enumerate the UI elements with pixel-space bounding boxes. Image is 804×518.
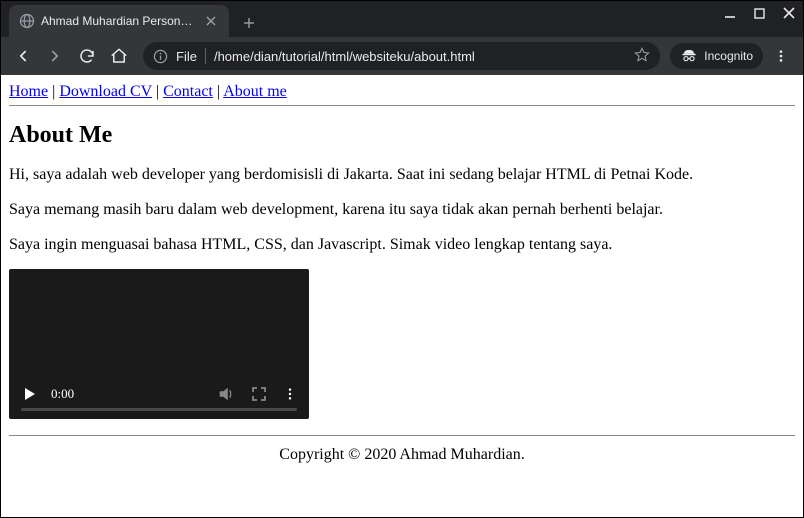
nav-separator: | [152,83,163,100]
incognito-badge[interactable]: Incognito [670,43,763,69]
nav-link-download-cv[interactable]: Download CV [59,83,152,100]
incognito-label: Incognito [704,49,753,63]
window-controls [724,7,795,19]
divider [9,105,795,106]
more-icon[interactable] [283,387,297,401]
maximize-icon[interactable] [754,7,765,19]
play-icon[interactable] [21,386,37,402]
page-content: Home | Download CV | Contact | About me … [1,75,803,517]
video-controls: 0:00 [9,369,309,419]
fullscreen-icon[interactable] [251,386,267,402]
footer-text: Copyright © 2020 Ahmad Muhardian. [9,446,795,464]
paragraph: Hi, saya adalah web developer yang berdo… [9,165,795,186]
address-bar[interactable]: File /home/dian/tutorial/html/websiteku/… [143,42,660,70]
bookmark-star-icon[interactable] [634,47,650,66]
browser-window: Ahmad Muhardian Personal W [0,0,804,518]
video-player[interactable]: 0:00 [9,269,309,419]
new-tab-button[interactable] [235,9,263,37]
video-time: 0:00 [51,386,203,402]
back-button[interactable] [9,42,37,70]
nav-link-contact[interactable]: Contact [163,83,213,100]
close-window-icon[interactable] [783,7,795,19]
nav-separator: | [213,83,223,100]
divider [205,48,206,64]
close-icon[interactable] [203,13,219,29]
browser-toolbar: File /home/dian/tutorial/html/websiteku/… [1,37,803,75]
forward-button[interactable] [41,42,69,70]
page-heading: About Me [9,122,795,149]
url-scheme-label: File [176,49,197,64]
minimize-icon[interactable] [724,7,736,19]
incognito-icon [680,47,698,65]
video-right-controls [217,385,297,403]
page-nav: Home | Download CV | Contact | About me [9,83,795,101]
divider [9,435,795,436]
info-icon[interactable] [153,49,168,64]
globe-icon [19,13,35,29]
volume-icon[interactable] [217,385,235,403]
nav-link-home[interactable]: Home [9,83,48,100]
nav-separator: | [48,83,59,100]
video-progress-bar[interactable] [21,408,297,411]
browser-tab[interactable]: Ahmad Muhardian Personal W [9,5,229,37]
paragraph: Saya memang masih baru dalam web develop… [9,200,795,221]
nav-link-about-me[interactable]: About me [223,83,287,100]
menu-button[interactable] [767,42,795,70]
tab-bar: Ahmad Muhardian Personal W [1,1,803,37]
tab-title: Ahmad Muhardian Personal W [41,14,197,28]
home-button[interactable] [105,42,133,70]
url-path: /home/dian/tutorial/html/websiteku/about… [214,49,626,64]
paragraph: Saya ingin menguasai bahasa HTML, CSS, d… [9,235,795,256]
reload-button[interactable] [73,42,101,70]
